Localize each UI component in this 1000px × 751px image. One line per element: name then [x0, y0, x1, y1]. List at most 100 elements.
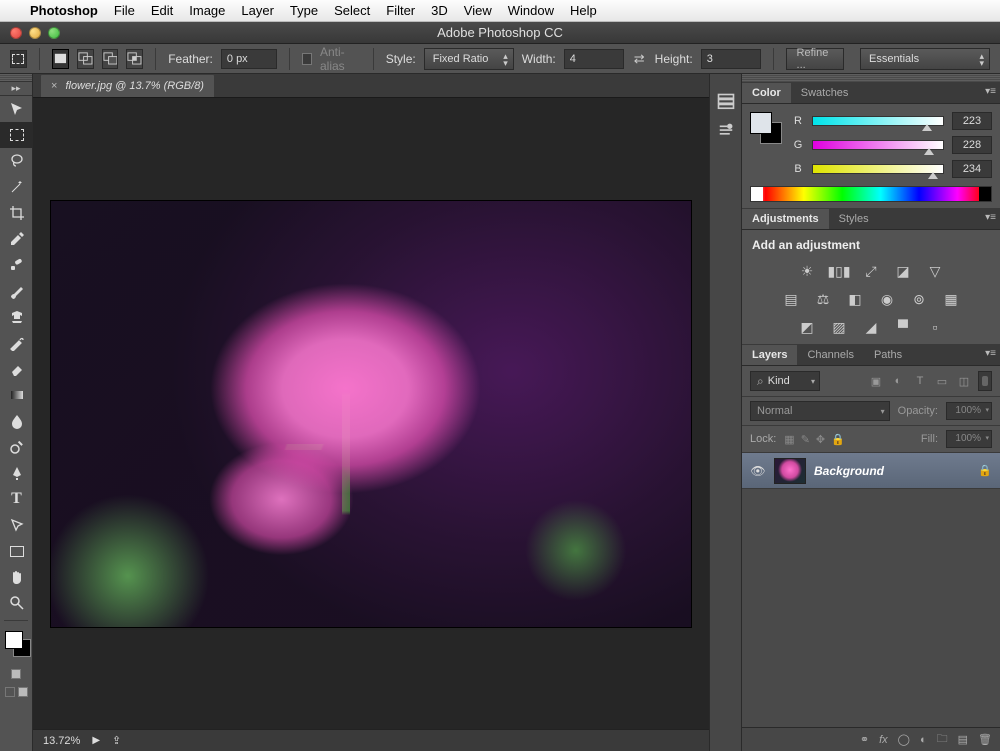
- lock-transparency-icon[interactable]: ▦: [784, 433, 794, 446]
- selection-add-icon[interactable]: [77, 49, 94, 69]
- layers-panel-menu-icon[interactable]: ▾≡: [985, 348, 996, 359]
- tools-grip[interactable]: [0, 74, 32, 82]
- healing-brush-tool[interactable]: [0, 252, 33, 278]
- window-minimize-button[interactable]: [29, 27, 41, 39]
- blend-mode-select[interactable]: Normal: [750, 401, 890, 421]
- blur-tool[interactable]: [0, 408, 33, 434]
- color-lookup-icon[interactable]: ▦: [941, 290, 961, 308]
- tab-color[interactable]: Color: [742, 83, 791, 103]
- rectangle-tool[interactable]: [0, 538, 33, 564]
- eraser-tool[interactable]: [0, 356, 33, 382]
- color-panel-menu-icon[interactable]: ▾≡: [985, 86, 996, 97]
- invert-icon[interactable]: ◩: [797, 318, 817, 336]
- menu-help[interactable]: Help: [570, 3, 597, 18]
- filter-shape-icon[interactable]: ▭: [934, 373, 950, 389]
- menu-select[interactable]: Select: [334, 3, 370, 18]
- dodge-tool[interactable]: [0, 434, 33, 460]
- workspace-select[interactable]: Essentials: [860, 48, 990, 70]
- path-selection-tool[interactable]: [0, 512, 33, 538]
- curves-icon[interactable]: ⤢: [861, 262, 881, 280]
- layer-row[interactable]: 👁 Background 🔒: [742, 453, 1000, 489]
- current-tool-preset[interactable]: [10, 50, 27, 68]
- status-menu-icon[interactable]: ▶: [92, 735, 100, 746]
- swap-dimensions-icon[interactable]: ⇄: [632, 51, 647, 67]
- status-share-icon[interactable]: ⇪: [112, 734, 121, 747]
- layer-thumbnail[interactable]: [774, 458, 806, 484]
- width-input[interactable]: [564, 49, 624, 69]
- height-input[interactable]: [701, 49, 761, 69]
- window-zoom-button[interactable]: [48, 27, 60, 39]
- layer-filter-select[interactable]: Kind: [750, 371, 820, 391]
- layer-name[interactable]: Background: [814, 464, 970, 478]
- rectangular-marquee-tool[interactable]: [0, 122, 33, 148]
- tab-styles[interactable]: Styles: [829, 209, 879, 229]
- exposure-icon[interactable]: ◪: [893, 262, 913, 280]
- menu-image[interactable]: Image: [189, 3, 225, 18]
- close-icon[interactable]: ×: [51, 80, 57, 92]
- document-canvas[interactable]: [33, 98, 709, 729]
- new-layer-icon[interactable]: ▤: [958, 733, 968, 746]
- filter-adjust-icon[interactable]: ◐: [890, 373, 906, 389]
- document-tab[interactable]: × flower.jpg @ 13.7% (RGB/8): [41, 75, 214, 97]
- color-spectrum[interactable]: [750, 186, 992, 202]
- screenmode-toggle[interactable]: [0, 683, 32, 701]
- r-value[interactable]: 223: [952, 112, 992, 130]
- layer-lock-icon[interactable]: 🔒: [978, 464, 992, 477]
- foreground-background-swatch[interactable]: [0, 629, 33, 665]
- foreground-color[interactable]: [5, 631, 23, 649]
- tab-adjustments[interactable]: Adjustments: [742, 209, 829, 229]
- menu-file[interactable]: File: [114, 3, 135, 18]
- selection-new-icon[interactable]: [52, 49, 69, 69]
- b-value[interactable]: 234: [952, 160, 992, 178]
- menu-3d[interactable]: 3D: [431, 3, 448, 18]
- panel-grip[interactable]: [742, 74, 1000, 82]
- hand-tool[interactable]: [0, 564, 33, 590]
- properties-panel-icon[interactable]: [716, 122, 736, 138]
- g-slider[interactable]: [812, 140, 944, 150]
- tab-paths[interactable]: Paths: [864, 345, 912, 365]
- posterize-icon[interactable]: ▨: [829, 318, 849, 336]
- bw-icon[interactable]: ◧: [845, 290, 865, 308]
- channel-mixer-icon[interactable]: ⊚: [909, 290, 929, 308]
- style-select[interactable]: Fixed Ratio: [424, 48, 514, 70]
- move-tool[interactable]: [0, 96, 33, 122]
- layer-fx-icon[interactable]: fx: [879, 734, 888, 746]
- layer-mask-icon[interactable]: ◯: [898, 733, 910, 746]
- menu-photoshop[interactable]: Photoshop: [30, 3, 98, 18]
- feather-input[interactable]: [221, 49, 277, 69]
- menu-type[interactable]: Type: [290, 3, 318, 18]
- window-close-button[interactable]: [10, 27, 22, 39]
- tools-expand-icon[interactable]: ▸▸: [0, 82, 32, 96]
- tab-channels[interactable]: Channels: [797, 345, 863, 365]
- menu-layer[interactable]: Layer: [241, 3, 274, 18]
- brightness-contrast-icon[interactable]: ☀: [797, 262, 817, 280]
- fill-input[interactable]: 100%: [946, 430, 992, 448]
- lock-position-icon[interactable]: ✥: [816, 433, 825, 446]
- lasso-tool[interactable]: [0, 148, 33, 174]
- filter-pixel-icon[interactable]: ▣: [868, 373, 884, 389]
- type-tool[interactable]: T: [0, 486, 33, 512]
- lock-all-icon[interactable]: 🔒: [831, 433, 845, 446]
- selective-color-icon[interactable]: ▫: [925, 318, 945, 336]
- menu-window[interactable]: Window: [508, 3, 554, 18]
- layer-visibility-icon[interactable]: 👁: [750, 464, 766, 478]
- selection-intersect-icon[interactable]: [126, 49, 143, 69]
- quickmask-toggle[interactable]: [0, 665, 32, 683]
- lock-pixels-icon[interactable]: ✎: [801, 433, 810, 446]
- magic-wand-tool[interactable]: [0, 174, 33, 200]
- r-slider[interactable]: [812, 116, 944, 126]
- history-panel-icon[interactable]: [716, 94, 736, 110]
- photo-filter-icon[interactable]: ◉: [877, 290, 897, 308]
- hue-sat-icon[interactable]: ▤: [781, 290, 801, 308]
- eyedropper-tool[interactable]: [0, 226, 33, 252]
- crop-tool[interactable]: [0, 200, 33, 226]
- vibrance-icon[interactable]: ▽: [925, 262, 945, 280]
- opacity-input[interactable]: 100%: [946, 402, 992, 420]
- zoom-level[interactable]: 13.72%: [43, 735, 80, 747]
- gradient-tool[interactable]: [0, 382, 33, 408]
- menu-edit[interactable]: Edit: [151, 3, 173, 18]
- menu-filter[interactable]: Filter: [386, 3, 415, 18]
- link-layers-icon[interactable]: ⚭: [860, 733, 869, 746]
- clone-stamp-tool[interactable]: [0, 304, 33, 330]
- brush-tool[interactable]: [0, 278, 33, 304]
